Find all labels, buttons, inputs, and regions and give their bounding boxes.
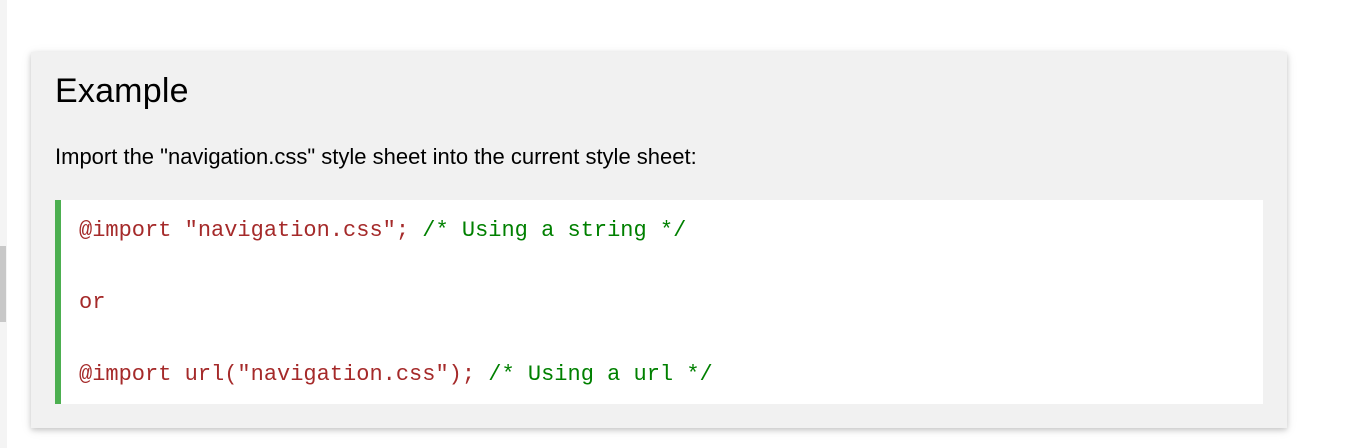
- example-title: Example: [55, 72, 189, 110]
- page-scrollbar-thumb[interactable]: [0, 246, 6, 322]
- code-line: or: [79, 292, 105, 314]
- code-statement: @import url("navigation.css");: [79, 362, 489, 387]
- code-text-or: or: [79, 290, 106, 315]
- example-description: Import the "navigation.css" style sheet …: [55, 144, 697, 169]
- example-panel: Example Import the "navigation.css" styl…: [31, 52, 1287, 428]
- code-statement: @import "navigation.css";: [79, 218, 423, 243]
- code-line: @import "navigation.css"; /* Using a str…: [79, 220, 686, 242]
- code-example-block: @import "navigation.css"; /* Using a str…: [55, 200, 1263, 404]
- code-line: @import url("navigation.css"); /* Using …: [79, 364, 713, 386]
- page-scrollbar-track[interactable]: [0, 0, 7, 448]
- code-comment: /* Using a url */: [488, 362, 713, 387]
- code-comment: /* Using a string */: [422, 218, 687, 243]
